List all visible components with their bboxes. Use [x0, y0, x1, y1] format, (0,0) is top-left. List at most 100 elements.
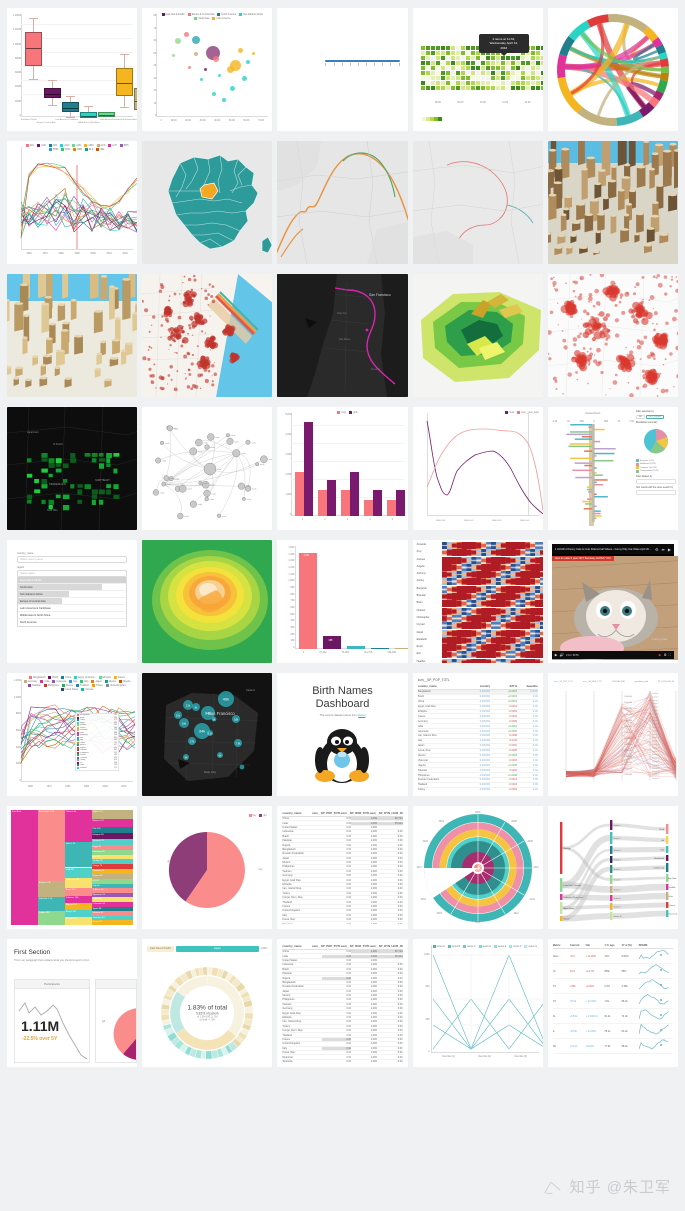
- gallery-card-dark-grid[interactable]: Japantown W Pacific TENDERLOIN NORTHEAST…: [7, 407, 138, 530]
- gallery-card-deck-arc[interactable]: [277, 141, 408, 264]
- sunburst-segment[interactable]: [202, 967, 208, 976]
- panel-button-sum[interactable]: sum_values: [645, 415, 664, 419]
- treemap-cell[interactable]: Pakistan 188: [64, 896, 92, 904]
- gallery-card-line-legend[interactable]: Bangladesh Brazil China Egypt, Arab Rep.…: [7, 673, 138, 796]
- table-row[interactable]: IL -35.6k + 10.08% 78.1k 63.4k: [552, 1023, 673, 1039]
- share-icon[interactable]: ➦: [662, 547, 665, 552]
- histogram-bar[interactable]: [347, 646, 366, 649]
- table-row[interactable]: PA +52.1k +8.20% 77.6k 58.4k: [552, 1039, 673, 1054]
- table-row[interactable]: CL 18.5 +4.17% 856k 58%: [552, 964, 673, 979]
- gallery-card-sparkline-table[interactable]: Metric Current %Δ 1 Yr ago 1Y ∆ (%) SPAR…: [547, 939, 678, 1067]
- treemap-cell[interactable]: Russia 144: [64, 916, 92, 925]
- sunburst-segment[interactable]: [205, 1050, 213, 1060]
- table-row[interactable]: Myanmar0.001,0000.00: [282, 922, 402, 924]
- table-row[interactable]: NY 78.5k + 10.05% 1.5k 68.4k: [552, 994, 673, 1009]
- treemap-cell[interactable]: South Asia 1.5k: [37, 810, 65, 882]
- source-link[interactable]: [here]: [358, 713, 365, 717]
- histogram-bar[interactable]: [395, 648, 408, 649]
- gallery-card-filter-box[interactable]: country_name Select country name region …: [7, 540, 138, 663]
- gallery-card-scatter-sf[interactable]: [142, 274, 273, 397]
- treemap-cell[interactable]: Bangl. 161: [64, 910, 92, 917]
- filter-option[interactable]: Latin America & Caribbean: [18, 605, 127, 612]
- settings-icon[interactable]: ⚙: [664, 653, 667, 657]
- gallery-card-bubble-chart[interactable]: East Asia & Pacific Europe & Central Asi…: [142, 8, 273, 131]
- histogram-bar[interactable]: 188: [323, 636, 342, 649]
- treemap-cell[interactable]: Indonesia 261: [64, 877, 92, 889]
- pie-card[interactable]: girl: [95, 979, 138, 1063]
- breadcrumb-item[interactable]: Japan: [176, 946, 259, 952]
- gallery-card-3d-city-dark[interactable]: [547, 141, 678, 264]
- gallery-card-pie[interactable]: boy girl girl boy: [142, 806, 273, 929]
- video-controls[interactable]: ▶ 🔊 0:01 / 59:56 ▶ ⚙ ⛶: [551, 651, 674, 659]
- play-icon[interactable]: ▶: [555, 653, 558, 657]
- table-row[interactable]: TX +55k +4.82% 0.3% 4.38k: [552, 979, 673, 994]
- gallery-card-table-population[interactable]: sum__SP_POP_TOTL country_name country di…: [412, 673, 543, 796]
- big-number-card[interactable]: Participants 1.11M -22.5% over 5Y: [14, 979, 90, 1063]
- gallery-card-geojson-3d[interactable]: [412, 274, 543, 397]
- gallery-card-calendar-heatmap[interactable]: 4 items at 11:34, Wednesday April 13, 20…: [412, 8, 543, 131]
- gallery-card-markup[interactable]: Birth Names Dashboard The source dataset…: [277, 673, 408, 796]
- gallery-card-contour[interactable]: [142, 540, 273, 663]
- gallery-card-first-section[interactable]: First Section This is an paragraph that …: [7, 939, 138, 1067]
- sunburst-segment[interactable]: [244, 1006, 254, 1014]
- gallery-card-3d-city-light[interactable]: [7, 274, 138, 397]
- sunburst-segment[interactable]: [161, 1009, 170, 1015]
- treemap-cell[interactable]: Brazil 207: [64, 888, 92, 897]
- gallery-card-pivot[interactable]: country_name sum__SP_POP_TOTL sum__SP_RU…: [277, 806, 408, 929]
- video-player[interactable]: 1 HOUR of Funny Cats & Cute Kittens Fail…: [551, 544, 678, 660]
- gallery-card-tornado[interactable]: Deleted Rows -1.5k -1k -500 0 500 1k 1.5k Fi…: [547, 407, 678, 530]
- fullscreen-icon[interactable]: ⛶: [669, 653, 671, 657]
- sunburst-segment[interactable]: [161, 1014, 170, 1022]
- table-row[interactable]: silver +8.0 + 11.28% 12% 8.82%: [552, 949, 673, 964]
- gallery-card-scatter-red[interactable]: [547, 274, 678, 397]
- histogram-bar[interactable]: 1,511: [299, 553, 318, 649]
- gallery-card-table-comparison[interactable]: country_name sum__SP_POP_TOTL sum__SP_RU…: [277, 939, 408, 1067]
- gallery-card-sankey[interactable]: Energy Land Use Change Industrial Processe…: [547, 806, 678, 929]
- treemap-cell[interactable]: Mexico 127: [91, 819, 134, 828]
- filter-option[interactable]: North America: [18, 619, 126, 626]
- gallery-card-iframe-video[interactable]: 1 HOUR of Funny Cats & Cute Kittens Fail…: [547, 540, 678, 663]
- table-row[interactable]: Turkey 0.000000 -0.0004 0.00: [418, 788, 538, 791]
- gear-icon[interactable]: ⚙: [655, 547, 659, 552]
- treemap-cell[interactable]: Kenya 42: [91, 920, 134, 925]
- table-row[interactable]: FL +55.4k + 0.0301% 81.2k 74.3k: [552, 1009, 673, 1024]
- gallery-card-box-plot[interactable]: 1,400M 1,200M 1,000M 800M 600M 400M 200M 0: [7, 8, 138, 131]
- gallery-card-deck-path[interactable]: [412, 141, 543, 264]
- gallery-card-chord-diagram[interactable]: [547, 8, 678, 131]
- treemap-cell[interactable]: China 1.4k: [64, 810, 92, 843]
- treemap-cell[interactable]: LatAm 998: [37, 911, 65, 925]
- treemap-cell[interactable]: Japan 127: [91, 810, 134, 820]
- breadcrumb[interactable]: East Asia & Pacific Japan 1.83%: [147, 946, 267, 952]
- gallery-card-time-table[interactable]: [277, 8, 408, 131]
- filter-option[interactable]: South Asia: [18, 584, 127, 591]
- gallery-card-rose[interactable]: 2020 2019 2008 2018 2009 2017 2010 2016 …: [412, 806, 543, 929]
- gallery-card-mapbox-cluster[interactable]: 46k 34k 34k 12k 9k 10k 18k 18k 17k 7.9k 5.1k 6k 5k 6k…: [142, 673, 273, 796]
- filter-option[interactable]: East Asia & Pacific: [18, 577, 127, 584]
- treemap-cell[interactable]: Sub-Sah 1.1k: [37, 897, 65, 912]
- gallery-card-france-map[interactable]: [142, 141, 273, 264]
- gallery-card-sunburst[interactable]: East Asia & Pacific Japan 1.83% 1.83% of…: [142, 939, 273, 1067]
- panel-select[interactable]: [635, 478, 676, 484]
- table-row[interactable]: Tanzania 0.00 1,000 0.00: [282, 1060, 402, 1062]
- gallery-card-zigzag[interactable]: series A series B series C series D seri…: [412, 939, 543, 1067]
- gallery-card-treemap[interactable]: East Asia South Asia 1.5k Europe 1.3k Sub-S…: [7, 806, 138, 929]
- treemap-cell[interactable]: Nigeria 182: [64, 903, 92, 911]
- filter-option[interactable]: Europe & Central Asia: [18, 598, 127, 605]
- filter-input-country[interactable]: Select country name: [17, 556, 128, 563]
- gallery-card-path-dark[interactable]: San Francisco Daly City San Mateo Fremon…: [277, 274, 408, 397]
- gallery-card-dual-line[interactable]: count sum__num_boys 2000-01-01 2002-01-0…: [412, 407, 543, 530]
- breadcrumb-item[interactable]: East Asia & Pacific: [147, 946, 175, 952]
- filter-options-list[interactable]: East Asia & Pacific South Asia Sub-Sahar…: [17, 577, 128, 627]
- gallery-card-distribution-bar[interactable]: boys girls 5,000 4,000 3,000 2,000 1,000 0 …: [277, 407, 408, 530]
- filter-option[interactable]: Sub-Saharan Africa: [18, 591, 127, 598]
- gallery-card-horizon[interactable]: Amanda Amy Andrew Angela Anthony Ashley Benjam…: [412, 540, 543, 663]
- panel-button-all[interactable]: All: [635, 415, 645, 419]
- youtube-logo-icon[interactable]: ▶: [659, 653, 662, 657]
- youtube-icon[interactable]: ▶: [668, 547, 671, 552]
- panel-select-2[interactable]: [635, 489, 676, 495]
- gallery-card-histogram[interactable]: 1,500 1,400 1,300 1,200 1,100 1,000 900 800 70…: [277, 540, 408, 663]
- volume-icon[interactable]: 🔊: [560, 653, 564, 657]
- gallery-card-parallel[interactable]: 1,000,000 1,000,000 1,000,000 1,000,000 1,00…: [547, 673, 678, 796]
- treemap-cell[interactable]: East Asia: [11, 810, 38, 925]
- gallery-card-force-graph[interactable]: node node node node node node node node node node…: [142, 407, 273, 530]
